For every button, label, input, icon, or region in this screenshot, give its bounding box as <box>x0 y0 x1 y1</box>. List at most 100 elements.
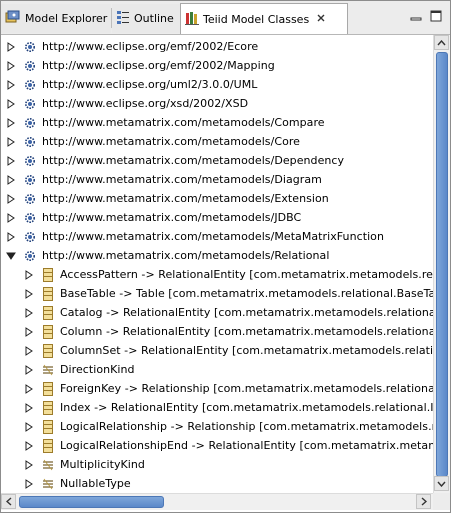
collapsed-arrow-icon[interactable] <box>24 402 34 414</box>
tree-item-package[interactable]: http://www.metamatrix.com/metamodels/Dep… <box>1 152 433 171</box>
tab-teiid-model-classes[interactable]: Teiid Model Classes <box>180 3 348 34</box>
collapsed-arrow-icon[interactable] <box>6 117 16 129</box>
collapsed-arrow-icon[interactable] <box>6 98 16 110</box>
enum-icon <box>41 477 55 491</box>
collapsed-arrow-icon[interactable] <box>6 231 16 243</box>
tree-item-class[interactable]: MultiplicityKind <box>1 456 433 475</box>
tree-item-label: http://www.metamatrix.com/metamodels/Com… <box>42 116 325 129</box>
package-icon <box>23 135 37 149</box>
class-icon <box>41 401 55 415</box>
class-icon <box>41 344 55 358</box>
tree-item-label: NullableType <box>60 477 131 490</box>
tab-outline[interactable]: Outline <box>112 4 180 33</box>
tab-model-explorer-label: Model Explorer <box>25 12 108 25</box>
class-icon <box>41 268 55 282</box>
collapsed-arrow-icon[interactable] <box>6 155 16 167</box>
close-icon[interactable] <box>316 13 326 26</box>
tab-outline-label: Outline <box>134 12 174 25</box>
class-icon <box>41 306 55 320</box>
tab-model-explorer[interactable]: Model Explorer <box>1 4 111 33</box>
enum-icon <box>41 458 55 472</box>
collapsed-arrow-icon[interactable] <box>24 459 34 471</box>
tree-item-class[interactable]: BaseTable -> Table [com.metamatrix.metam… <box>1 285 433 304</box>
tree-item-class[interactable]: Column -> RelationalEntity [com.metamatr… <box>1 323 433 342</box>
tree-item-label: http://www.eclipse.org/xsd/2002/XSD <box>42 97 249 110</box>
package-icon <box>23 97 37 111</box>
tree-item-package[interactable]: http://www.metamatrix.com/metamodels/Met… <box>1 228 433 247</box>
collapsed-arrow-icon[interactable] <box>6 174 16 186</box>
class-icon <box>41 287 55 301</box>
tree-item-class[interactable]: ForeignKey -> Relationship [com.metamatr… <box>1 380 433 399</box>
collapsed-arrow-icon[interactable] <box>24 421 34 433</box>
collapsed-arrow-icon[interactable] <box>24 288 34 300</box>
expanded-arrow-icon[interactable] <box>6 250 16 262</box>
collapsed-arrow-icon[interactable] <box>6 136 16 148</box>
tree-item-class[interactable]: Catalog -> RelationalEntity [com.metamat… <box>1 304 433 323</box>
tree-item-package[interactable]: http://www.metamatrix.com/metamodels/Dia… <box>1 171 433 190</box>
tree-item-package[interactable]: http://www.eclipse.org/emf/2002/Mapping <box>1 57 433 76</box>
package-icon <box>23 78 37 92</box>
package-icon <box>23 59 37 73</box>
tree-item-label: BaseTable -> Table [com.metamatrix.metam… <box>60 287 433 300</box>
tree-item-label: AccessPattern -> RelationalEntity [com.m… <box>60 268 433 281</box>
collapsed-arrow-icon[interactable] <box>6 41 16 53</box>
vertical-scroll-thumb[interactable] <box>436 52 448 477</box>
tree-item-package[interactable]: http://www.metamatrix.com/metamodels/Com… <box>1 114 433 133</box>
tree-item-package[interactable]: http://www.eclipse.org/uml2/3.0.0/UML <box>1 76 433 95</box>
vertical-scrollbar[interactable] <box>433 35 450 493</box>
collapsed-arrow-icon[interactable] <box>24 307 34 319</box>
package-icon <box>23 116 37 130</box>
model-classes-icon <box>185 11 199 28</box>
horizontal-scroll-thumb[interactable] <box>19 496 164 508</box>
tree-item-class[interactable]: AccessPattern -> RelationalEntity [com.m… <box>1 266 433 285</box>
collapsed-arrow-icon[interactable] <box>24 345 34 357</box>
package-icon <box>23 249 37 263</box>
collapsed-arrow-icon[interactable] <box>6 79 16 91</box>
tree-item-label: LogicalRelationship -> Relationship [com… <box>60 420 433 433</box>
tree-item-class[interactable]: LogicalRelationshipEnd -> RelationalEnti… <box>1 437 433 456</box>
model-explorer-icon <box>5 10 21 27</box>
tree-item-class[interactable]: NullableType <box>1 475 433 493</box>
tree-item-class[interactable]: Index -> RelationalEntity [com.metamatri… <box>1 399 433 418</box>
tree-item-package[interactable]: http://www.metamatrix.com/metamodels/Rel… <box>1 247 433 266</box>
horizontal-scrollbar[interactable] <box>1 493 433 510</box>
scroll-down-icon[interactable] <box>434 476 449 491</box>
package-icon <box>23 173 37 187</box>
collapsed-arrow-icon[interactable] <box>24 383 34 395</box>
tree-item-label: Catalog -> RelationalEntity [com.metamat… <box>60 306 433 319</box>
scroll-up-icon[interactable] <box>434 35 449 50</box>
collapsed-arrow-icon[interactable] <box>24 364 34 376</box>
tree-item-label: ForeignKey -> Relationship [com.metamatr… <box>60 382 433 395</box>
enum-icon <box>41 363 55 377</box>
tree-item-label: Column -> RelationalEntity [com.metamatr… <box>60 325 433 338</box>
collapsed-arrow-icon[interactable] <box>24 440 34 452</box>
collapsed-arrow-icon[interactable] <box>24 269 34 281</box>
collapsed-arrow-icon[interactable] <box>6 60 16 72</box>
collapsed-arrow-icon[interactable] <box>24 478 34 490</box>
tree-item-package[interactable]: http://www.eclipse.org/xsd/2002/XSD <box>1 95 433 114</box>
tab-teiid-model-classes-label: Teiid Model Classes <box>203 12 310 26</box>
collapsed-arrow-icon[interactable] <box>6 193 16 205</box>
tree-item-label: http://www.metamatrix.com/metamodels/Met… <box>42 230 384 243</box>
tree-item-label: http://www.eclipse.org/emf/2002/Ecore <box>42 40 259 53</box>
collapsed-arrow-icon[interactable] <box>6 212 16 224</box>
maximize-icon[interactable] <box>429 9 443 23</box>
tree-item-label: http://www.metamatrix.com/metamodels/Rel… <box>42 249 330 262</box>
collapsed-arrow-icon[interactable] <box>24 326 34 338</box>
tree-item-package[interactable]: http://www.metamatrix.com/metamodels/Cor… <box>1 133 433 152</box>
scroll-right-icon[interactable] <box>416 494 431 509</box>
tree-item-package[interactable]: http://www.eclipse.org/emf/2002/Ecore <box>1 38 433 57</box>
tree-item-label: http://www.metamatrix.com/metamodels/JDB… <box>42 211 302 224</box>
tree-item-class[interactable]: LogicalRelationship -> Relationship [com… <box>1 418 433 437</box>
tree-item-label: LogicalRelationshipEnd -> RelationalEnti… <box>60 439 433 452</box>
tree-item-class[interactable]: DirectionKind <box>1 361 433 380</box>
class-icon <box>41 382 55 396</box>
tree-item-package[interactable]: http://www.metamatrix.com/metamodels/JDB… <box>1 209 433 228</box>
tree-item-class[interactable]: ColumnSet -> RelationalEntity [com.metam… <box>1 342 433 361</box>
outline-icon <box>116 10 130 27</box>
scroll-left-icon[interactable] <box>1 494 16 509</box>
tree-item-package[interactable]: http://www.metamatrix.com/metamodels/Ext… <box>1 190 433 209</box>
model-classes-tree[interactable]: http://www.eclipse.org/emf/2002/Ecore htt… <box>1 35 433 493</box>
view-tab-bar: Model Explorer Outline Teiid Model Class… <box>1 1 450 35</box>
minimize-icon[interactable] <box>409 9 423 23</box>
